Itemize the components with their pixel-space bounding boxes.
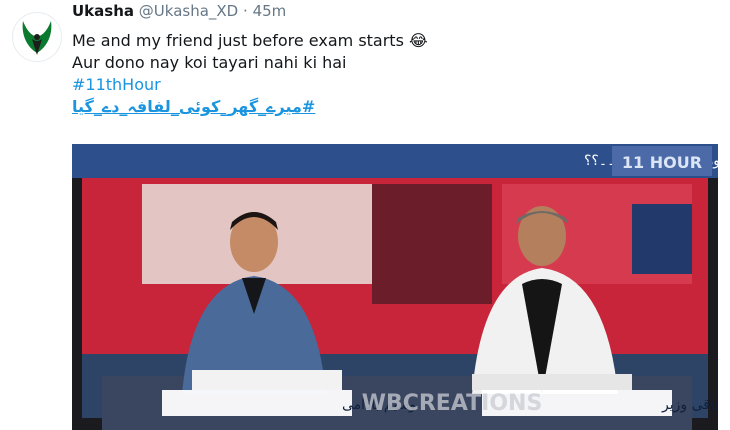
right-caption: وفاقی وزیر (661, 397, 718, 413)
show-logo: 11 HOUR (622, 153, 702, 172)
laughing-emoji-icon: 😂 (409, 31, 428, 50)
eagle-logo-icon (22, 21, 52, 55)
watermark: WBCREATIONS (362, 391, 543, 416)
display-name[interactable]: Ukasha (72, 2, 134, 20)
hashtag-urdu[interactable]: #میرے_گھر_کوئی_لفافہ_دے_گیا (72, 96, 315, 118)
separator-dot: · (243, 2, 248, 20)
tweet-video-still[interactable]: عزیر بلوچ جے آئی ٹی۔ اصل رپورٹ کس کے پاس… (72, 144, 718, 430)
user-handle[interactable]: @Ukasha_XD (139, 2, 238, 20)
tweet-line-2: Aur dono nay koi tayari nahi ki hai (72, 53, 347, 72)
tweet-text: Me and my friend just before exam starts… (72, 30, 428, 118)
hashtag-11thhour[interactable]: #11thHour (72, 74, 428, 96)
avatar[interactable] (12, 12, 62, 62)
timestamp[interactable]: 45m (253, 2, 287, 20)
tweet-line-1: Me and my friend just before exam starts… (72, 30, 428, 52)
tweet-header: Ukasha @Ukasha_XD · 45m (72, 2, 286, 20)
tweet-line-1-text: Me and my friend just before exam starts (72, 31, 404, 50)
